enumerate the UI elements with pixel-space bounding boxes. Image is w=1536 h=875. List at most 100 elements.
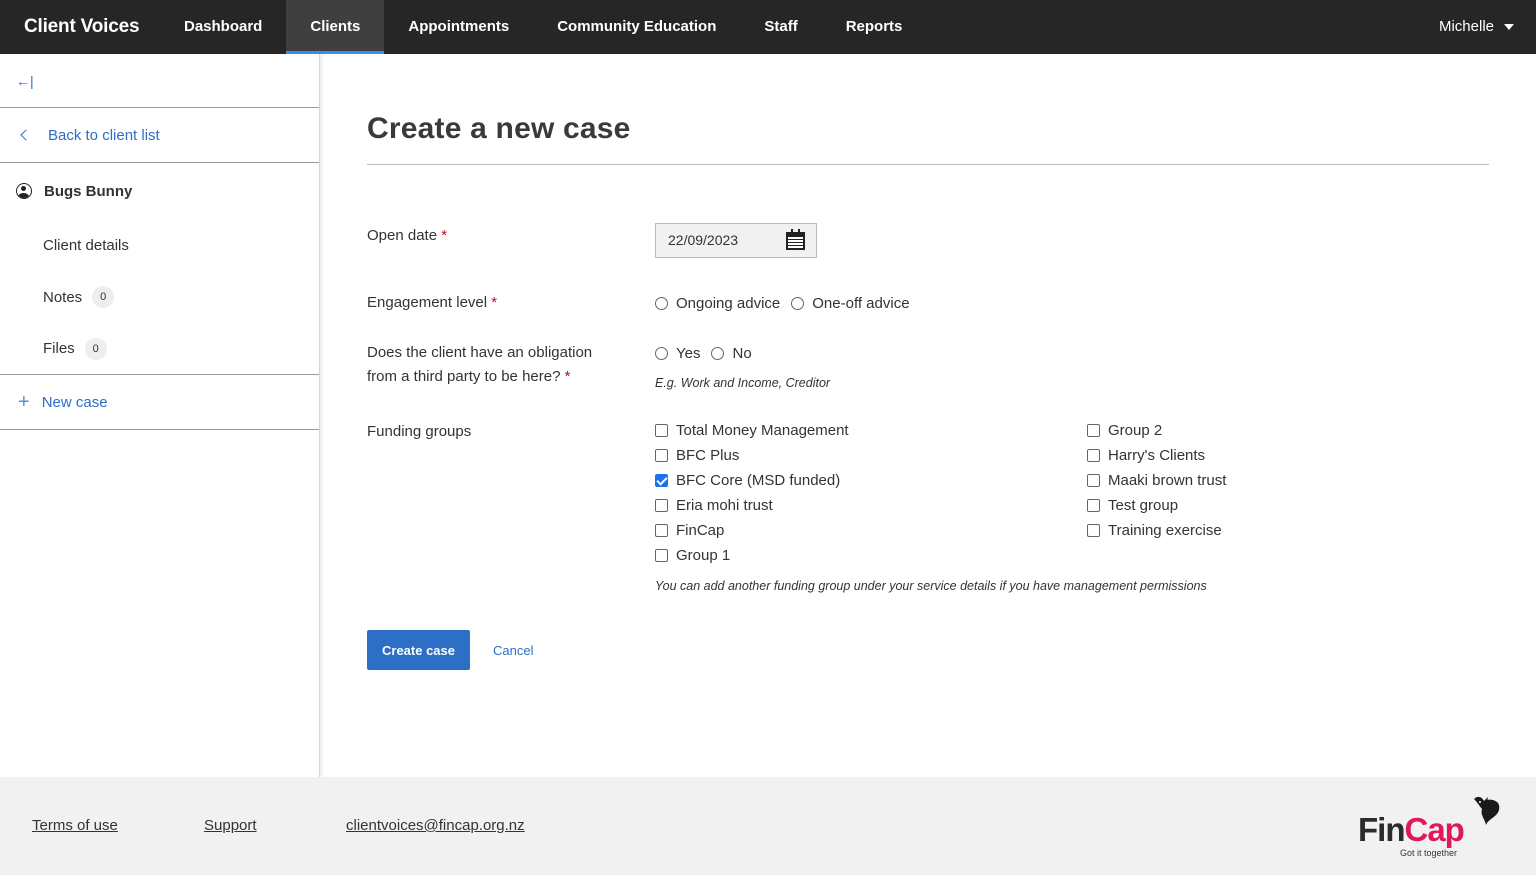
logo-cap: Cap <box>1404 811 1464 848</box>
chevron-left-icon <box>20 129 32 141</box>
checkbox[interactable] <box>1087 524 1100 537</box>
notes-count-badge: 0 <box>92 286 115 308</box>
checkbox[interactable] <box>655 549 668 562</box>
logo-wordmark: FinCap <box>1358 811 1465 849</box>
page-title: Create a new case <box>367 112 631 145</box>
checkbox-label: Total Money Management <box>676 422 849 439</box>
checkbox-label: Group 1 <box>676 547 731 564</box>
engagement-level-label: Engagement level * <box>367 291 497 315</box>
required-mark: * <box>491 294 498 311</box>
back-to-client-list-link[interactable]: Back to client list <box>0 108 319 163</box>
email-link[interactable]: clientvoices@fincap.org.nz <box>346 817 525 834</box>
open-date-input[interactable]: 22/09/2023 <box>655 223 817 258</box>
engagement-label-text: Engagement level <box>367 294 488 311</box>
new-case-label: New case <box>41 393 108 411</box>
create-case-button[interactable]: Create case <box>367 630 470 670</box>
collapse-sidebar-button[interactable]: ←| <box>0 54 319 108</box>
checkbox[interactable] <box>655 499 668 512</box>
radio-label: One-off advice <box>812 294 910 312</box>
funding-option-test-group[interactable]: Test group <box>1087 493 1178 518</box>
funding-option-harrys-clients[interactable]: Harry's Clients <box>1087 443 1205 468</box>
user-name: Michelle <box>1438 18 1494 35</box>
client-header: Bugs Bunny <box>0 163 319 219</box>
terms-of-use-link[interactable]: Terms of use <box>32 817 118 834</box>
checkbox-label: Group 2 <box>1108 422 1163 439</box>
funding-hint: You can add another funding group under … <box>655 579 1207 593</box>
logo-fin: Fin <box>1358 811 1405 848</box>
checkbox[interactable] <box>1087 424 1100 437</box>
files-count-badge: 0 <box>84 337 107 360</box>
checkbox-label: Training exercise <box>1108 522 1222 539</box>
checkbox-label: Maaki brown trust <box>1108 472 1227 489</box>
radio-ongoing-advice[interactable] <box>655 296 668 310</box>
radio-one-off-advice[interactable] <box>791 296 805 310</box>
funding-option-maaki-brown-trust[interactable]: Maaki brown trust <box>1087 468 1226 493</box>
checkbox[interactable] <box>655 424 668 437</box>
checkbox-label: Harry's Clients <box>1108 447 1206 464</box>
funding-option-group-1[interactable]: Group 1 <box>655 543 730 568</box>
bird-icon <box>1474 796 1500 825</box>
radio-no[interactable] <box>711 346 725 360</box>
checkbox-checked[interactable] <box>655 474 668 487</box>
open-date-value: 22/09/2023 <box>668 232 739 248</box>
radio-label: Yes <box>676 344 701 362</box>
checkbox[interactable] <box>655 524 668 537</box>
nav-community-education[interactable]: Community Education <box>533 0 740 54</box>
fincap-logo: FinCap Got it together <box>1358 793 1508 863</box>
funding-option-eria-mohi-trust[interactable]: Eria mohi trust <box>655 493 773 518</box>
footer: Terms of use Support clientvoices@fincap… <box>0 777 1536 875</box>
calendar-icon[interactable] <box>786 229 805 250</box>
top-navbar: Client Voices Dashboard Clients Appointm… <box>0 0 1536 54</box>
engagement-level-radios: Ongoing advice One-off advice <box>655 291 921 315</box>
radio-label: No <box>732 344 752 362</box>
sidebar-item-files[interactable]: Files 0 <box>0 323 319 374</box>
obligation-label-line1: Does the client have an obligation <box>367 344 593 361</box>
checkbox[interactable] <box>1087 474 1100 487</box>
nav-reports[interactable]: Reports <box>822 0 927 54</box>
radio-yes[interactable] <box>655 346 668 360</box>
obligation-label: Does the client have an obligation from … <box>367 341 592 389</box>
nav-appointments[interactable]: Appointments <box>384 0 533 54</box>
logo-tagline: Got it together <box>1400 848 1458 858</box>
nav-clients[interactable]: Clients <box>286 0 385 54</box>
person-circle-icon <box>16 183 32 199</box>
nav-items: Dashboard Clients Appointments Community… <box>160 0 926 54</box>
funding-option-bfc-plus[interactable]: BFC Plus <box>655 443 739 468</box>
checkbox[interactable] <box>655 449 668 462</box>
sidebar-item-label: Notes <box>43 288 83 306</box>
obligation-label-line2: from a third party to be here? <box>367 368 561 385</box>
caret-down-icon <box>1504 24 1514 30</box>
funding-option-bfc-core[interactable]: BFC Core (MSD funded) <box>655 468 840 493</box>
nav-staff[interactable]: Staff <box>740 0 821 54</box>
client-name: Bugs Bunny <box>44 182 133 200</box>
nav-dashboard[interactable]: Dashboard <box>160 0 286 54</box>
checkbox[interactable] <box>1087 449 1100 462</box>
funding-option-fincap[interactable]: FinCap <box>655 518 724 543</box>
radio-label: Ongoing advice <box>676 294 781 312</box>
new-case-link[interactable]: + New case <box>0 374 319 430</box>
checkbox-label: BFC Core (MSD funded) <box>676 472 841 489</box>
funding-option-group-2[interactable]: Group 2 <box>1087 418 1162 443</box>
sidebar-item-label: Client details <box>43 236 129 254</box>
obligation-hint: E.g. Work and Income, Creditor <box>655 376 831 390</box>
user-menu[interactable]: Michelle <box>1439 0 1536 54</box>
app-brand[interactable]: Client Voices <box>0 0 160 54</box>
funding-option-training-exercise[interactable]: Training exercise <box>1087 518 1222 543</box>
required-mark: * <box>441 227 448 244</box>
checkbox[interactable] <box>1087 499 1100 512</box>
cancel-link[interactable]: Cancel <box>493 630 533 670</box>
funding-groups-label: Funding groups <box>367 423 472 440</box>
sidebar-item-client-details[interactable]: Client details <box>0 219 319 271</box>
checkbox-label: FinCap <box>676 522 725 539</box>
back-label: Back to client list <box>48 126 160 144</box>
obligation-radios: Yes No <box>655 341 763 365</box>
open-date-label-text: Open date <box>367 227 438 244</box>
funding-option-total-money-management[interactable]: Total Money Management <box>655 418 849 443</box>
required-mark: * <box>564 368 571 385</box>
sidebar-item-notes[interactable]: Notes 0 <box>0 271 319 323</box>
checkbox-label: BFC Plus <box>676 447 740 464</box>
open-date-label: Open date * <box>367 224 447 248</box>
support-link[interactable]: Support <box>204 817 257 834</box>
sidebar: ←| Back to client list Bugs Bunny Client… <box>0 54 320 777</box>
title-divider <box>367 164 1489 165</box>
